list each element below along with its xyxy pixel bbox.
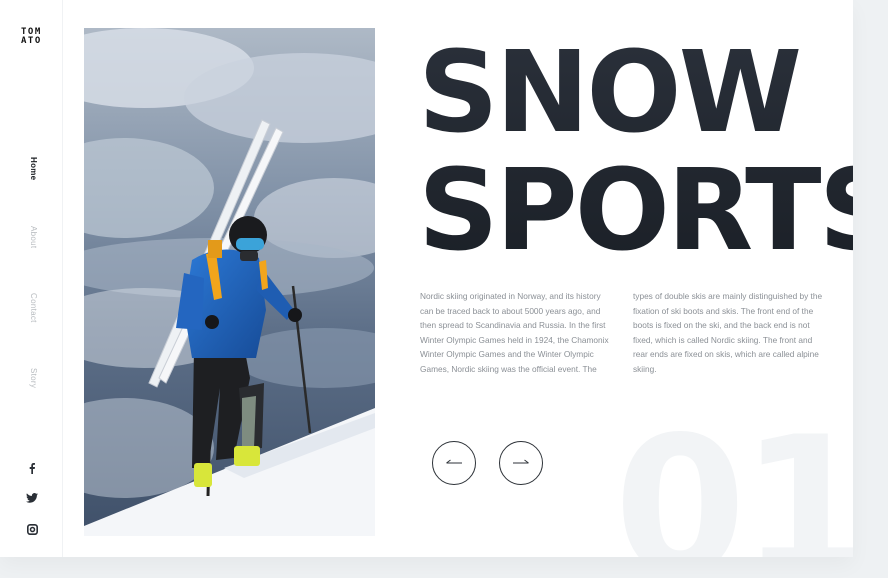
nav-item-about[interactable]: About bbox=[29, 226, 38, 248]
twitter-icon[interactable] bbox=[26, 492, 38, 504]
nav-item-home[interactable]: Home bbox=[29, 157, 38, 180]
logo[interactable]: TOM ATO bbox=[21, 28, 47, 46]
logo-line-2: ATO bbox=[21, 36, 42, 46]
nav-item-story[interactable]: Story bbox=[29, 368, 38, 388]
instagram-icon[interactable] bbox=[26, 523, 38, 535]
arrow-right-icon bbox=[513, 459, 529, 464]
hero-paragraph-right: types of double skis are mainly distingu… bbox=[633, 291, 823, 374]
next-slide-button[interactable] bbox=[499, 441, 543, 485]
page-card: TOM ATO Home About Contact Story SNOW SP… bbox=[0, 0, 853, 557]
hero-title: SNOW SPORTS bbox=[418, 34, 853, 270]
hero-title-line-2: SPORTS bbox=[418, 146, 853, 276]
nav-item-contact[interactable]: Contact bbox=[29, 293, 38, 323]
slide-number: 01 bbox=[614, 396, 853, 558]
hero-paragraph-left: Nordic skiing originated in Norway, and … bbox=[420, 291, 609, 374]
facebook-icon[interactable] bbox=[26, 462, 38, 474]
arrow-left-icon bbox=[446, 459, 462, 464]
prev-slide-button[interactable] bbox=[432, 441, 476, 485]
sidebar: TOM ATO Home About Contact Story bbox=[0, 0, 63, 557]
hero-photo bbox=[84, 28, 375, 536]
hero-title-line-1: SNOW bbox=[418, 28, 800, 158]
